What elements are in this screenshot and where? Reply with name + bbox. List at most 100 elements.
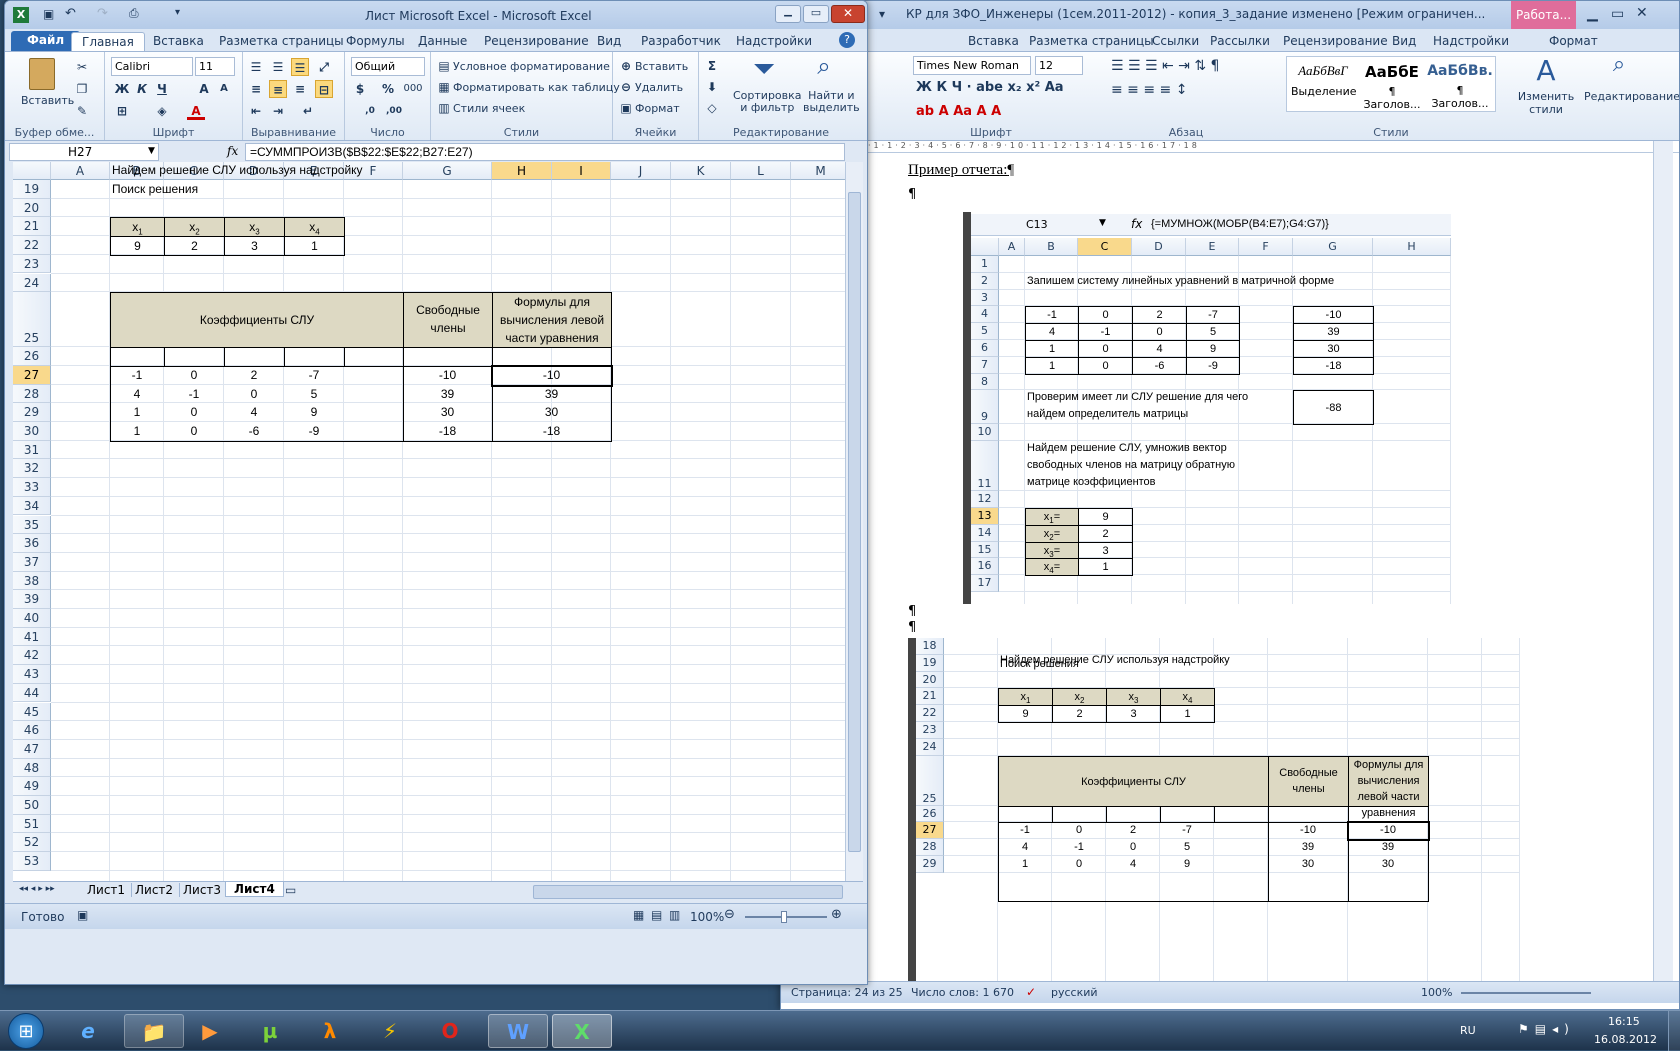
variable-value-x4[interactable]: 1: [284, 236, 345, 256]
row-header-27[interactable]: 27: [13, 365, 51, 385]
opera-icon[interactable]: O: [420, 1014, 480, 1048]
grow-font-icon[interactable]: A: [195, 80, 213, 98]
empty-cell[interactable]: [164, 347, 225, 367]
increase-decimal-icon[interactable]: ,0: [361, 102, 379, 120]
find-select-icon[interactable]: ⌕: [809, 52, 839, 80]
name-box[interactable]: H27: [9, 143, 159, 161]
currency-icon[interactable]: $: [351, 80, 369, 98]
clock-date[interactable]: 16.08.2012: [1594, 1033, 1657, 1046]
merge-center-icon[interactable]: ⊟: [315, 80, 333, 98]
word-document[interactable]: Пример отчета:¶ ¶ C13 ▼ fx {=МУМНОЖ(МОБР…: [868, 154, 1653, 984]
tab-data[interactable]: Данные: [418, 32, 467, 51]
word-menu-icon[interactable]: ▾: [873, 5, 891, 23]
style-sample-3[interactable]: АаБбВв. ¶ Заголов...: [1427, 63, 1493, 110]
row-header-41[interactable]: 41: [13, 627, 51, 647]
decrease-indent-icon[interactable]: ⇤: [247, 102, 265, 120]
word-tab-insert[interactable]: Вставка: [968, 32, 1019, 51]
horizontal-scrollbar[interactable]: [533, 885, 843, 899]
formula-input[interactable]: =СУММПРОИЗВ($B$22:$E$22;B27:E27): [245, 143, 845, 161]
redo-icon[interactable]: ↷: [97, 6, 108, 21]
tab-developer[interactable]: Разработчик: [641, 32, 721, 51]
column-header-L[interactable]: L: [731, 162, 791, 180]
font-name-combo[interactable]: Calibri: [111, 57, 193, 76]
borders-icon[interactable]: ⊞: [113, 102, 131, 120]
bold-button[interactable]: Ж: [113, 80, 131, 98]
sheet-grid[interactable]: A B C D E F G H I J K L M 19 20 21 22 23 24 25 26 27 28 29 30 31 3…: [13, 162, 845, 881]
sheet-nav-icons[interactable]: ◂◂ ◂ ▸ ▸▸: [19, 884, 55, 894]
save-icon[interactable]: ▣: [43, 7, 54, 21]
zoom-out-icon[interactable]: ⊖: [724, 907, 735, 922]
column-header-G[interactable]: G: [403, 162, 492, 180]
style-sample-1[interactable]: АаБбВвГ Выделение: [1291, 63, 1357, 98]
variable-header-x2[interactable]: x2: [164, 217, 225, 238]
wrap-text-icon[interactable]: ↵: [299, 102, 317, 120]
paste-icon[interactable]: [29, 58, 55, 90]
select-all-corner[interactable]: [13, 162, 51, 180]
thousands-button[interactable]: 000: [401, 80, 425, 98]
word-language[interactable]: русский: [1051, 986, 1098, 999]
word-close-button[interactable]: ✕: [1636, 5, 1648, 21]
internet-explorer-icon[interactable]: e: [58, 1014, 118, 1048]
change-styles-button[interactable]: Изменить стили: [1516, 90, 1576, 116]
row-header-24[interactable]: 24: [13, 273, 51, 293]
column-header-J[interactable]: J: [611, 162, 671, 180]
formula-header[interactable]: Формулы для вычисления левой части уравн…: [492, 292, 612, 349]
word-font-color-buttons[interactable]: ab A Aa A A: [916, 104, 1001, 119]
row-header-28[interactable]: 28: [13, 384, 51, 404]
zoom-in-icon[interactable]: ⊕: [831, 907, 842, 922]
change-styles-icon[interactable]: A: [1526, 54, 1566, 87]
align-middle-icon[interactable]: ☰: [269, 58, 287, 76]
column-header-K[interactable]: K: [671, 162, 731, 180]
delete-cells-icon[interactable]: ⊖: [617, 78, 635, 96]
excel-maximize-button[interactable]: ▭: [803, 5, 829, 23]
clock-time[interactable]: 16:15: [1608, 1015, 1640, 1028]
row-header-23[interactable]: 23: [13, 254, 51, 274]
row-header-29[interactable]: 29: [13, 403, 51, 422]
word-taskbar-icon[interactable]: W: [488, 1014, 548, 1048]
column-header-A[interactable]: A: [51, 162, 110, 180]
autosum-icon[interactable]: Σ: [703, 57, 721, 75]
row-header-35[interactable]: 35: [13, 515, 51, 535]
row-header-26[interactable]: 26: [13, 347, 51, 366]
font-size-combo[interactable]: 11: [195, 57, 235, 76]
increase-indent-icon[interactable]: ⇥: [269, 102, 287, 120]
row-header-44[interactable]: 44: [13, 683, 51, 703]
delete-cells-button[interactable]: Удалить: [635, 81, 683, 94]
word-vertical-scrollbar[interactable]: [1653, 141, 1673, 986]
cell-styles-icon[interactable]: ▥: [435, 99, 453, 117]
tab-review[interactable]: Рецензирование: [484, 32, 589, 51]
insert-cells-button[interactable]: Вставить: [635, 60, 688, 73]
cut-icon[interactable]: ✂: [73, 58, 91, 76]
row-header-33[interactable]: 33: [13, 478, 51, 497]
row-header-20[interactable]: 20: [13, 198, 51, 218]
word-tab-view[interactable]: Вид: [1392, 32, 1416, 51]
word-tab-mailings[interactable]: Рассылки: [1210, 32, 1270, 51]
variable-value-x1[interactable]: 9: [110, 236, 165, 256]
cell-styles-button[interactable]: Стили ячеек: [453, 102, 525, 115]
word-wordcount[interactable]: Число слов: 1 670: [911, 986, 1014, 999]
word-align-buttons[interactable]: ≡ ≡ ≡ ≡ ↕: [1111, 82, 1187, 98]
row-header-32[interactable]: 32: [13, 459, 51, 479]
print-preview-icon[interactable]: ⎙: [129, 6, 139, 21]
view-normal-icon[interactable]: ▦: [633, 908, 644, 922]
percent-button[interactable]: %: [379, 80, 397, 98]
word-maximize-button[interactable]: ▭: [1611, 6, 1624, 22]
active-cell-outline[interactable]: [491, 364, 613, 387]
word-tab-addins[interactable]: Надстройки: [1433, 32, 1509, 51]
copy-icon[interactable]: ❐: [73, 80, 91, 98]
find-select-button[interactable]: Найти и выделить: [803, 90, 860, 114]
word-zoom-slider[interactable]: [1461, 992, 1591, 994]
spellcheck-icon[interactable]: ✓: [1026, 985, 1036, 999]
tab-file[interactable]: Файл: [11, 31, 81, 51]
row-header-39[interactable]: 39: [13, 590, 51, 609]
row-header-47[interactable]: 47: [13, 739, 51, 759]
format-table-icon[interactable]: ▦: [435, 78, 453, 96]
new-sheet-icon[interactable]: ▭: [285, 883, 296, 897]
row-header-43[interactable]: 43: [13, 665, 51, 684]
fx-icon[interactable]: fx: [227, 144, 238, 158]
variable-value-x3[interactable]: 3: [224, 236, 285, 256]
sheet-tab-2[interactable]: Лист2: [129, 883, 181, 897]
row-header-25[interactable]: 25: [13, 292, 51, 348]
undo-icon[interactable]: ↶: [65, 6, 76, 21]
row-header-46[interactable]: 46: [13, 721, 51, 740]
